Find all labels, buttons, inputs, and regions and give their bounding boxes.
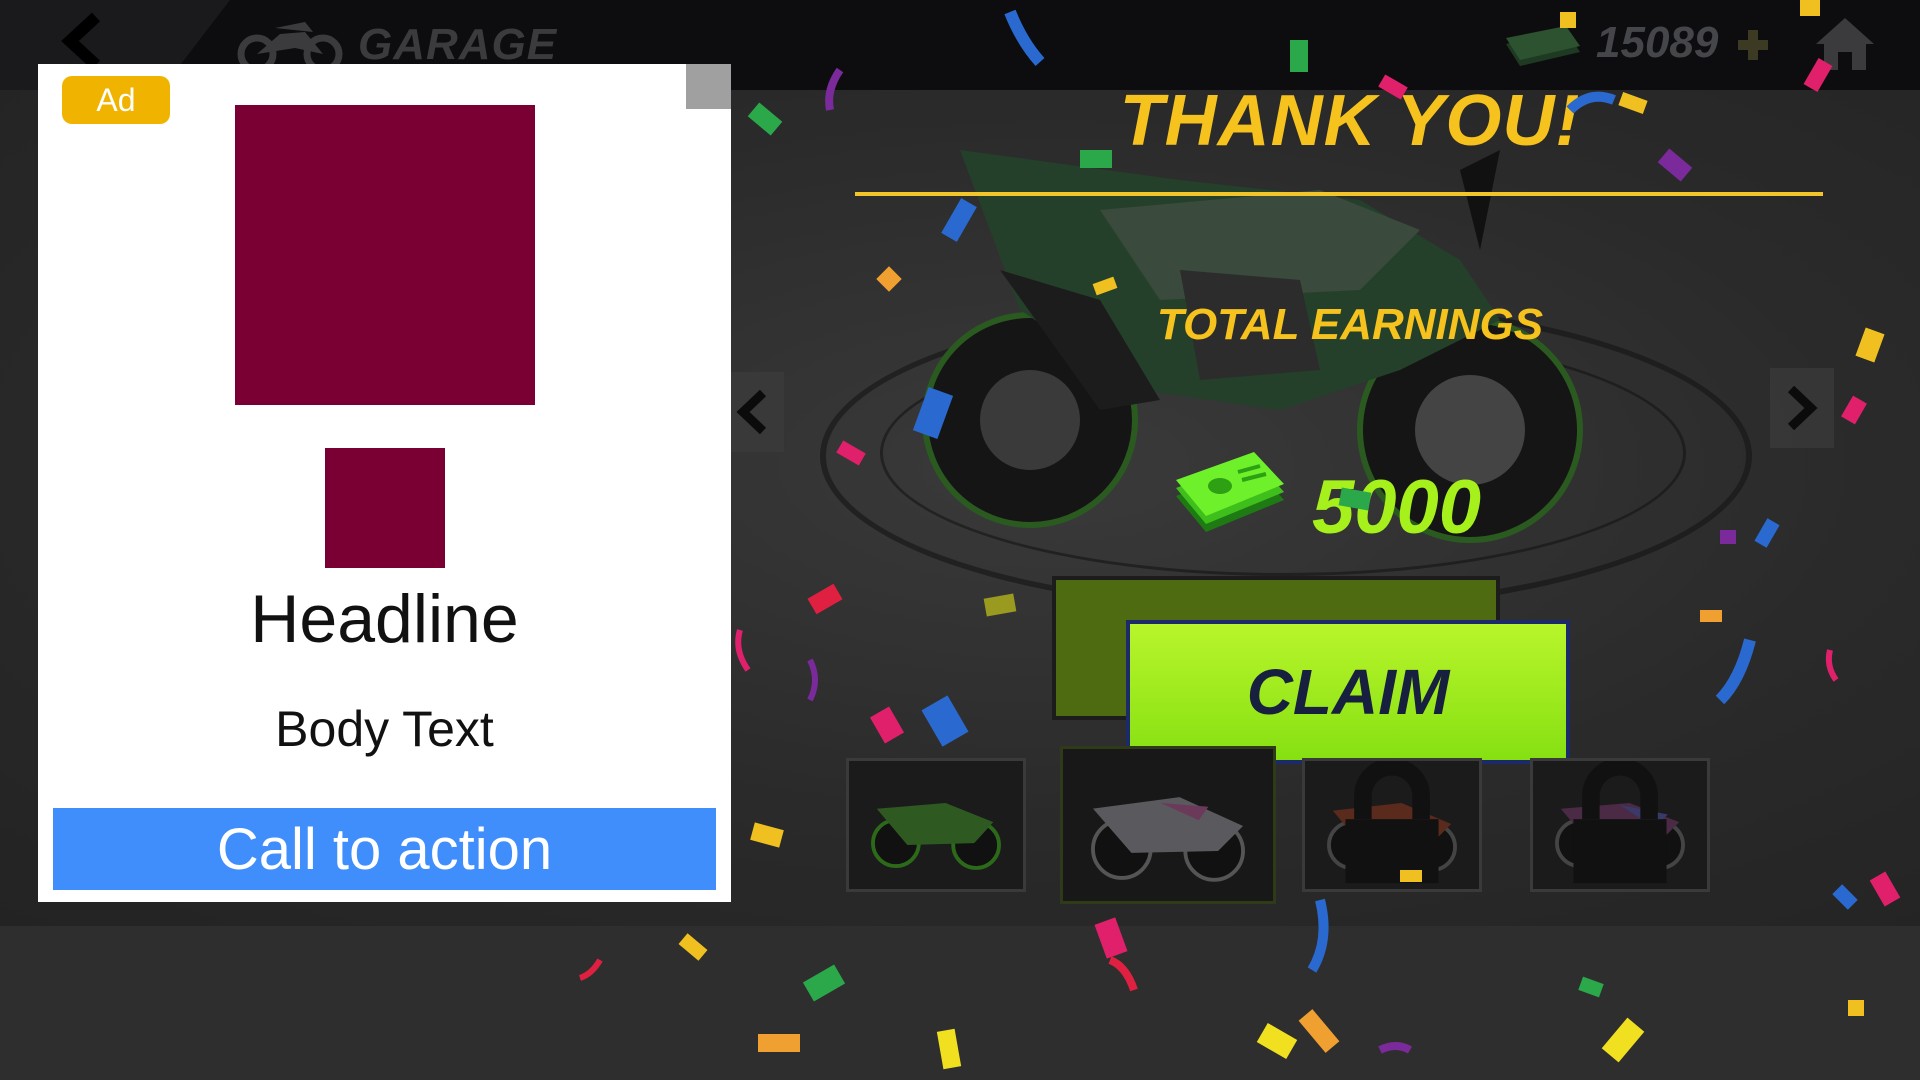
native-ad-card[interactable]: Ad Headline Body Text Call to action <box>38 64 731 902</box>
plus-icon[interactable] <box>1736 28 1770 62</box>
floor <box>0 926 1920 1080</box>
chevron-left-icon <box>61 12 101 70</box>
lock-icon <box>1573 761 1667 884</box>
claim-button[interactable]: CLAIM <box>1126 620 1570 764</box>
chevron-left-icon <box>736 389 767 435</box>
bike-thumbnail-pink[interactable] <box>1530 758 1710 892</box>
ad-media-image[interactable] <box>235 105 535 405</box>
cash-stack-icon <box>1176 452 1284 532</box>
cash-stack-icon <box>1506 26 1580 66</box>
ad-call-to-action-button[interactable]: Call to action <box>53 808 716 890</box>
home-icon[interactable] <box>1812 14 1878 74</box>
ad-close-button[interactable] <box>686 64 731 109</box>
ad-body-text: Body Text <box>275 701 494 757</box>
garage-title: GARAGE <box>358 20 558 69</box>
total-earnings-value: 5000 <box>1312 465 1482 550</box>
ad-cta-label: Call to action <box>216 816 553 882</box>
chevron-right-icon <box>1787 385 1818 431</box>
claim-button-label: CLAIM <box>1246 656 1450 728</box>
next-bike-button[interactable] <box>1770 368 1834 448</box>
ad-badge: Ad <box>62 76 170 124</box>
title-divider <box>855 192 1823 196</box>
motorbike-icon <box>871 803 1001 870</box>
lock-icon <box>1345 761 1439 884</box>
ad-app-icon[interactable] <box>325 448 445 568</box>
total-earnings-label: TOTAL EARNINGS <box>1156 300 1544 349</box>
bike-thumbnail-white[interactable] <box>1060 746 1276 904</box>
coin-balance: 15089 <box>1596 18 1719 67</box>
ad-headline[interactable]: Headline <box>38 580 731 658</box>
thank-you-title: THANK YOU! <box>1119 81 1581 161</box>
bike-thumbnail-red[interactable] <box>1302 758 1482 892</box>
bike-thumbnail-green[interactable] <box>846 758 1026 892</box>
motorbike-icon <box>1091 797 1245 882</box>
